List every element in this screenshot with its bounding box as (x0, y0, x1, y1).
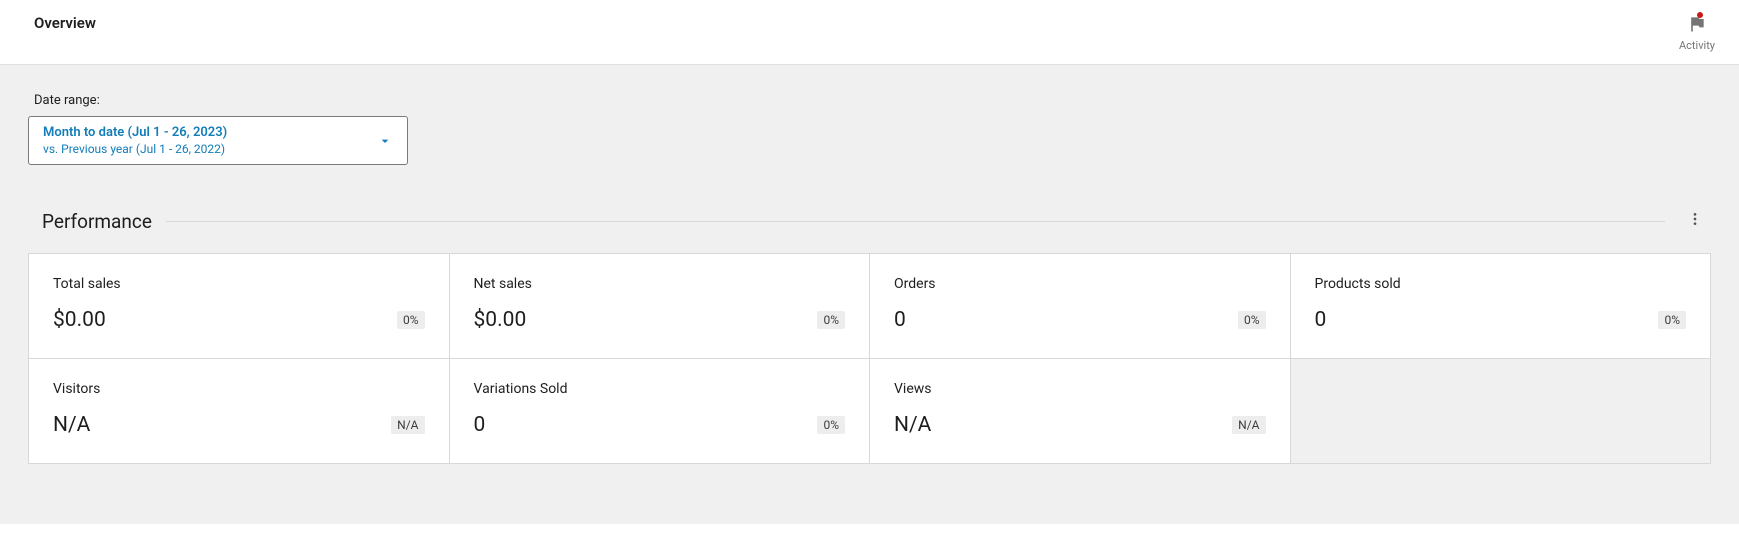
card-value: $0.00 (53, 308, 106, 332)
performance-card[interactable]: Products sold 0 0% (1291, 254, 1711, 358)
performance-section-title: Performance (28, 210, 152, 233)
card-label: Net sales (474, 276, 846, 292)
card-delta: 0% (1658, 311, 1686, 329)
card-delta: 0% (817, 311, 845, 329)
performance-menu-button[interactable] (1679, 207, 1711, 235)
card-label: Products sold (1315, 276, 1687, 292)
card-label: Variations Sold (474, 381, 846, 397)
date-range-picker[interactable]: Month to date (Jul 1 - 26, 2023) vs. Pre… (28, 116, 408, 165)
card-value: 0 (1315, 308, 1327, 332)
card-label: Orders (894, 276, 1266, 292)
card-delta: 0% (817, 416, 845, 434)
activity-button[interactable]: Activity (1679, 14, 1715, 52)
activity-notification-dot (1697, 12, 1703, 18)
card-delta: 0% (1238, 311, 1266, 329)
performance-card[interactable]: Variations Sold 0 0% (450, 359, 870, 463)
section-divider (166, 221, 1665, 222)
chevron-down-icon (377, 133, 393, 149)
performance-card[interactable]: Views N/A N/A (870, 359, 1290, 463)
activity-label: Activity (1679, 39, 1715, 52)
performance-card[interactable]: Orders 0 0% (870, 254, 1290, 358)
performance-cards-grid: Total sales$0.000%Net sales$0.000%Orders… (28, 253, 1711, 464)
card-delta: N/A (391, 416, 424, 434)
card-value: $0.00 (474, 308, 527, 332)
card-label: Total sales (53, 276, 425, 292)
card-label: Views (894, 381, 1266, 397)
card-value: 0 (474, 413, 486, 437)
date-range-secondary: vs. Previous year (Jul 1 - 26, 2022) (43, 142, 227, 156)
date-range-label: Date range: (34, 93, 1711, 108)
kebab-menu-icon (1687, 211, 1703, 227)
card-value: 0 (894, 308, 906, 332)
performance-card-empty (1291, 359, 1711, 463)
card-delta: 0% (397, 311, 425, 329)
performance-card[interactable]: Net sales $0.00 0% (450, 254, 870, 358)
date-range-primary: Month to date (Jul 1 - 26, 2023) (43, 125, 227, 140)
performance-card[interactable]: Visitors N/A N/A (29, 359, 449, 463)
page-title: Overview (34, 14, 96, 32)
card-delta: N/A (1232, 416, 1265, 434)
card-label: Visitors (53, 381, 425, 397)
performance-card[interactable]: Total sales $0.00 0% (29, 254, 449, 358)
card-value: N/A (894, 413, 931, 437)
card-value: N/A (53, 413, 90, 437)
